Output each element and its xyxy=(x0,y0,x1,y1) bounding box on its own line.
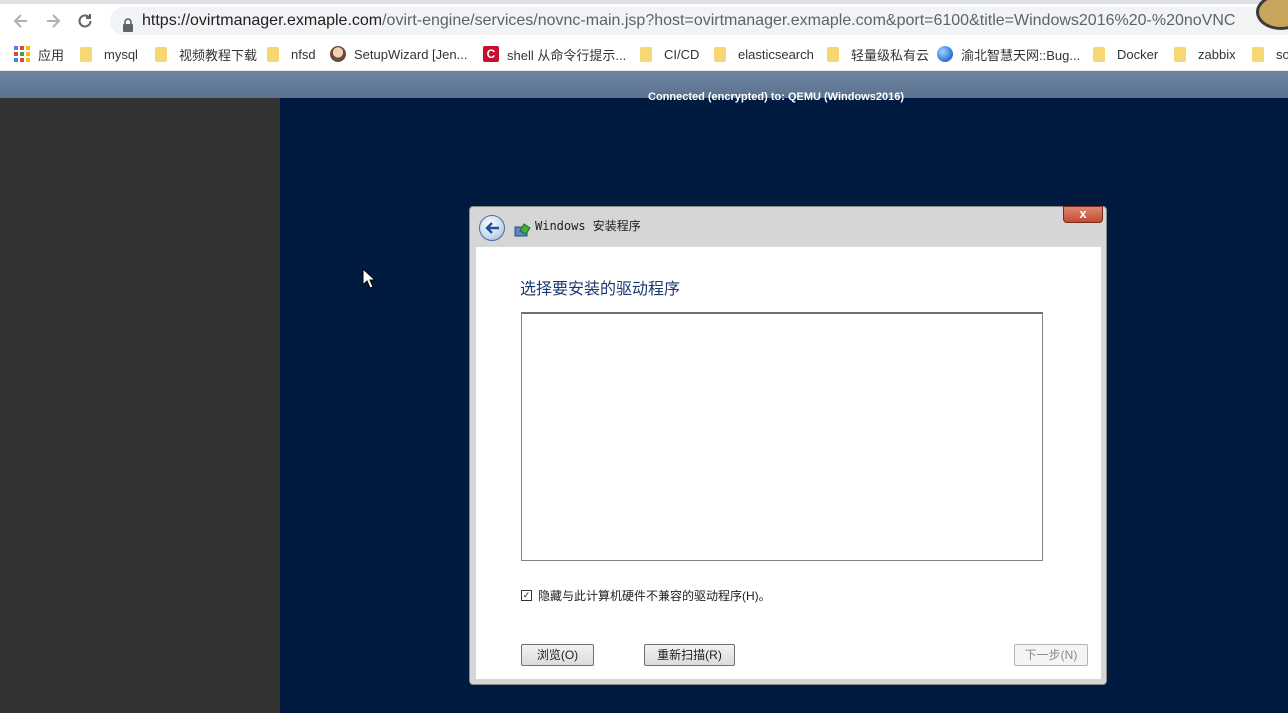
folder-icon xyxy=(714,46,726,62)
bookmark-label: 应用 xyxy=(38,47,65,63)
bookmark-shell[interactable]: C shell 从命令行提示... xyxy=(483,44,626,64)
dialog-title: Windows 安装程序 xyxy=(535,219,641,233)
url-text: https://ovirtmanager.exmaple.com/ovirt-e… xyxy=(142,7,1235,35)
lock-icon xyxy=(122,14,134,35)
bookmark-label: shell 从命令行提示... xyxy=(507,47,627,63)
browse-button[interactable]: 浏览(O) xyxy=(521,644,594,666)
url-domain: https://ovirtmanager.exmaple.com xyxy=(142,12,383,29)
folder-icon xyxy=(1252,46,1264,62)
back-arrow-icon[interactable] xyxy=(8,8,34,34)
bookmark-zabbix[interactable]: zabbix xyxy=(1174,44,1236,64)
windows-setup-dialog: x Windows 安装程序 选择要安装的驱动程序 ✓ 隐藏与此计算机硬件不兼容… xyxy=(469,206,1107,685)
dialog-content: 选择要安装的驱动程序 ✓ 隐藏与此计算机硬件不兼容的驱动程序(H)。 浏览(O)… xyxy=(476,247,1101,679)
back-button[interactable] xyxy=(479,215,505,241)
next-button[interactable]: 下一步(N) xyxy=(1014,644,1088,666)
mouse-cursor-icon xyxy=(362,267,377,295)
c-logo-icon: C xyxy=(483,46,499,62)
bookmark-label: SetupWizard [Jen... xyxy=(354,46,468,62)
bookmark-nfsd[interactable]: nfsd xyxy=(267,44,316,64)
setup-icon xyxy=(514,219,532,237)
jenkins-icon xyxy=(330,46,346,62)
globe-icon xyxy=(937,46,953,62)
driver-list[interactable] xyxy=(521,312,1043,561)
bookmark-docker[interactable]: Docker xyxy=(1093,44,1158,64)
connection-status: Connected (encrypted) to: QEMU (Windows2… xyxy=(648,91,904,103)
bookmark-elasticsearch[interactable]: elasticsearch xyxy=(714,44,814,64)
forward-arrow-icon[interactable] xyxy=(40,8,66,34)
bookmark-setupwizard[interactable]: SetupWizard [Jen... xyxy=(330,44,467,64)
bookmark-label: mysql xyxy=(104,46,138,62)
bookmark-video-tutorials[interactable]: 视频教程下载 xyxy=(155,44,257,64)
bookmark-label: so xyxy=(1276,46,1288,62)
bookmark-apps[interactable]: 应用 xyxy=(14,44,64,64)
empty-side-panel xyxy=(0,98,280,713)
folder-icon xyxy=(1093,46,1105,62)
bookmarks-bar: 应用 mysql 视频教程下载 nfsd SetupWizard [Jen...… xyxy=(0,38,1288,71)
folder-icon xyxy=(155,46,167,62)
rescan-button[interactable]: 重新扫描(R) xyxy=(644,644,735,666)
bookmark-label: 渝北智慧天网::Bug... xyxy=(961,47,1081,63)
bookmark-label: Docker xyxy=(1117,46,1159,62)
folder-icon xyxy=(267,46,279,62)
bookmark-cicd[interactable]: CI/CD xyxy=(640,44,699,64)
url-path: /ovirt-engine/services/novnc-main.jsp?ho… xyxy=(382,12,1236,29)
bookmark-so[interactable]: so xyxy=(1252,44,1288,64)
novnc-control-bar xyxy=(0,71,1288,98)
bookmark-mysql[interactable]: mysql xyxy=(80,44,138,64)
page-heading: 选择要安装的驱动程序 xyxy=(520,281,681,298)
folder-icon xyxy=(640,46,652,62)
browser-toolbar: https://ovirtmanager.exmaple.com/ovirt-e… xyxy=(0,0,1288,38)
close-button[interactable]: x xyxy=(1063,206,1103,223)
bookmark-bug-tracker[interactable]: 渝北智慧天网::Bug... xyxy=(937,44,1080,64)
bookmark-label: nfsd xyxy=(291,46,316,62)
hide-incompatible-option[interactable]: ✓ 隐藏与此计算机硬件不兼容的驱动程序(H)。 xyxy=(521,587,771,604)
folder-icon xyxy=(80,46,92,62)
folder-icon xyxy=(1174,46,1186,62)
bookmark-label: 视频教程下载 xyxy=(179,47,258,63)
reload-icon[interactable] xyxy=(72,8,98,34)
bookmark-label: 轻量级私有云 xyxy=(851,47,930,63)
address-bar[interactable]: https://ovirtmanager.exmaple.com/ovirt-e… xyxy=(110,7,1288,35)
hide-incompatible-label: 隐藏与此计算机硬件不兼容的驱动程序(H)。 xyxy=(538,589,771,603)
bookmark-private-cloud[interactable]: 轻量级私有云 xyxy=(827,44,929,64)
hide-incompatible-checkbox[interactable]: ✓ xyxy=(521,590,532,601)
apps-grid-icon xyxy=(14,46,30,62)
folder-icon xyxy=(827,46,839,62)
bookmark-label: zabbix xyxy=(1198,46,1236,62)
bookmark-label: CI/CD xyxy=(664,46,700,62)
bookmark-label: elasticsearch xyxy=(738,46,814,62)
